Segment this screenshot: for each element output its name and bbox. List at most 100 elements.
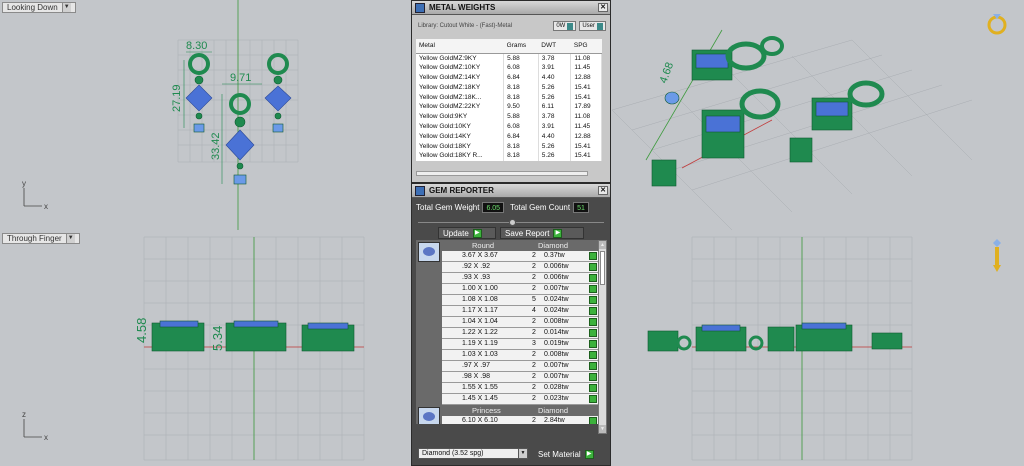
gem-group-header: Round Diamond — [416, 240, 598, 251]
gem-material-label: Diamond — [538, 241, 569, 250]
metal-table-cell: 12.88 — [570, 72, 602, 83]
metal-table-row[interactable]: Yellow Gold:18KY 8.18 5.26 15.41 — [416, 141, 602, 151]
gem-weight: 0.023tw — [544, 395, 569, 402]
metal-table-cell: 6.84 — [503, 131, 539, 142]
select-gem-button[interactable] — [589, 329, 597, 337]
earring-gold-icon[interactable] — [990, 239, 1004, 273]
set-material-button[interactable]: Set Material ▶ — [534, 448, 606, 460]
select-gem-button[interactable] — [589, 307, 597, 315]
viewport-label-through-finger[interactable]: Through Finger ▼ — [2, 233, 80, 244]
gem-row[interactable]: .98 X .98 2 0.007tw — [442, 372, 598, 383]
metal-table-cell: 3.78 — [538, 53, 572, 63]
gem-reporter-icon — [415, 185, 425, 196]
select-gem-button[interactable] — [589, 417, 597, 424]
metal-weights-panel[interactable]: METAL WEIGHTS ✕ Library: Cutout White - … — [411, 0, 611, 183]
total-gem-count-label: Total Gem Count — [510, 203, 571, 212]
select-gem-button[interactable] — [589, 351, 597, 359]
col-metal[interactable]: Metal — [416, 39, 504, 54]
col-dwt[interactable]: DWT — [538, 39, 571, 54]
select-gem-button[interactable] — [589, 340, 597, 348]
metal-table-cell: 8.18 — [503, 150, 539, 161]
unit-user-toggle[interactable]: User — [579, 21, 606, 31]
chevron-down-icon[interactable]: ▼ — [518, 449, 527, 458]
viewport-label-looking-down[interactable]: Looking Down ▼ — [2, 2, 76, 13]
metal-table-row[interactable]: Yellow GoldMZ:10KY 6.08 3.91 11.45 — [416, 62, 602, 73]
gem-row[interactable]: 1.22 X 1.22 2 0.014tw — [442, 328, 598, 339]
gem-row[interactable]: 1.55 X 1.55 2 0.028tw — [442, 383, 598, 394]
close-icon[interactable]: ✕ — [598, 186, 608, 195]
select-gem-button[interactable] — [589, 395, 597, 403]
col-grams[interactable]: Grams — [503, 39, 539, 54]
metal-table-row[interactable]: Yellow GoldMZ:14KY 6.84 4.40 12.88 — [416, 72, 602, 83]
gem-reporter-slider[interactable] — [418, 219, 604, 226]
select-gem-button[interactable] — [589, 263, 597, 271]
metal-table-row[interactable]: Yellow GoldMZ:9KY 5.88 3.78 11.08 — [416, 53, 602, 63]
gem-row[interactable]: 1.08 X 1.08 5 0.024tw — [442, 295, 598, 306]
gem-size: 1.17 X 1.17 — [462, 307, 498, 314]
metal-table-cell: 11.45 — [570, 121, 602, 132]
metal-table-row[interactable]: Yellow Gold:14KY 6.84 4.40 12.88 — [416, 131, 602, 142]
gem-row[interactable]: 6.10 X 6.10 2 2.84tw — [442, 416, 598, 424]
gem-row[interactable]: 1.00 X 1.00 2 0.007tw — [442, 284, 598, 295]
side-view-earrings — [151, 320, 355, 352]
col-spg[interactable]: SPG — [570, 39, 602, 54]
gem-row[interactable]: 1.19 X 1.19 3 0.019tw — [442, 339, 598, 350]
metal-table-row[interactable]: Yellow Gold:10KY 6.08 3.91 11.45 — [416, 121, 602, 132]
close-icon[interactable]: ✕ — [598, 3, 608, 12]
gem-reporter-titlebar[interactable]: GEM REPORTER ✕ — [412, 184, 610, 198]
select-gem-button[interactable] — [589, 373, 597, 381]
metal-weights-hscroll[interactable] — [416, 171, 588, 176]
material-select[interactable]: Diamond (3.52 spg) ▼ — [418, 448, 528, 459]
metal-table-cell: Yellow Gold:9KY — [416, 111, 505, 122]
viewport-through-finger[interactable]: 4.58 5.34 z x Through Finger ▼ — [0, 231, 410, 466]
select-gem-button[interactable] — [589, 318, 597, 326]
select-gem-button[interactable] — [589, 384, 597, 392]
scroll-down-icon[interactable]: ▼ — [599, 425, 606, 433]
play-icon: ▶ — [553, 228, 563, 238]
update-button[interactable]: Update ▶ — [438, 227, 496, 239]
gem-size: 1.08 X 1.08 — [462, 296, 498, 303]
metal-table-cell: Yellow GoldMZ:18KY — [416, 82, 505, 93]
metal-table-row[interactable]: Yellow GoldMZ:18K... 8.18 5.26 15.41 — [416, 92, 602, 102]
metal-table-cell: 3.91 — [538, 121, 572, 132]
select-gem-button[interactable] — [589, 362, 597, 370]
gem-row[interactable]: 1.45 X 1.45 2 0.023tw — [442, 394, 598, 405]
select-gem-button[interactable] — [589, 252, 597, 260]
chevron-down-icon[interactable]: ▼ — [65, 234, 75, 243]
ring-gold-icon[interactable] — [986, 10, 1008, 36]
metal-table-row[interactable]: Yellow GoldMZ:22KY 9.50 6.11 17.89 — [416, 101, 602, 112]
3d-earring-models — [651, 36, 885, 187]
gem-row[interactable]: .97 X .97 2 0.007tw — [442, 361, 598, 372]
slider-knob[interactable] — [509, 219, 516, 226]
gem-size: 1.22 X 1.22 — [462, 329, 498, 336]
save-report-button[interactable]: Save Report ▶ — [500, 227, 584, 239]
metal-table-cell: 4.40 — [538, 131, 572, 142]
select-gem-button[interactable] — [589, 285, 597, 293]
metal-table-row[interactable]: Yellow GoldMZ:18KY 8.18 5.26 15.41 — [416, 82, 602, 93]
metal-table-header: Metal Grams DWT SPG — [416, 39, 602, 54]
scroll-thumb[interactable] — [600, 251, 605, 285]
gem-list-vscroll[interactable]: ▲ ▼ — [598, 240, 607, 434]
metal-table-cell: 11.08 — [570, 53, 602, 63]
select-gem-button[interactable] — [589, 296, 597, 304]
gem-size: 1.19 X 1.19 — [462, 340, 498, 347]
metal-weights-titlebar[interactable]: METAL WEIGHTS ✕ — [412, 1, 610, 15]
gem-reporter-panel[interactable]: GEM REPORTER ✕ Total Gem Weight 6.05 Tot… — [411, 183, 611, 466]
gem-row[interactable]: .93 X .93 2 0.006tw — [442, 273, 598, 284]
viewport-looking-down[interactable]: 8.30 9.71 27.19 33.42 y x Looking Down ▼ — [0, 0, 410, 230]
select-gem-button[interactable] — [589, 274, 597, 282]
metal-table-row[interactable]: Yellow Gold:18KY R... 8.18 5.26 15.41 — [416, 150, 602, 161]
axis-y-label: y — [22, 179, 26, 188]
scroll-up-icon[interactable]: ▲ — [599, 241, 606, 249]
viewport-perspective[interactable]: 4.68 — [612, 0, 1024, 230]
gem-row[interactable]: 3.67 X 3.67 2 0.37tw — [442, 251, 598, 262]
gem-row[interactable]: .92 X .92 2 0.006tw — [442, 262, 598, 273]
chevron-down-icon[interactable]: ▼ — [61, 3, 71, 12]
gem-row[interactable]: 1.17 X 1.17 4 0.024tw — [442, 306, 598, 317]
gem-row[interactable]: 1.03 X 1.03 2 0.008tw — [442, 350, 598, 361]
gem-row[interactable]: 1.04 X 1.04 2 0.008tw — [442, 317, 598, 328]
unit-0w-toggle[interactable]: 0W — [553, 21, 577, 31]
metal-table-cell: Yellow Gold:14KY — [416, 131, 505, 142]
viewport-front[interactable] — [612, 231, 1024, 466]
metal-table-row[interactable]: Yellow Gold:9KY 5.88 3.78 11.08 — [416, 111, 602, 122]
